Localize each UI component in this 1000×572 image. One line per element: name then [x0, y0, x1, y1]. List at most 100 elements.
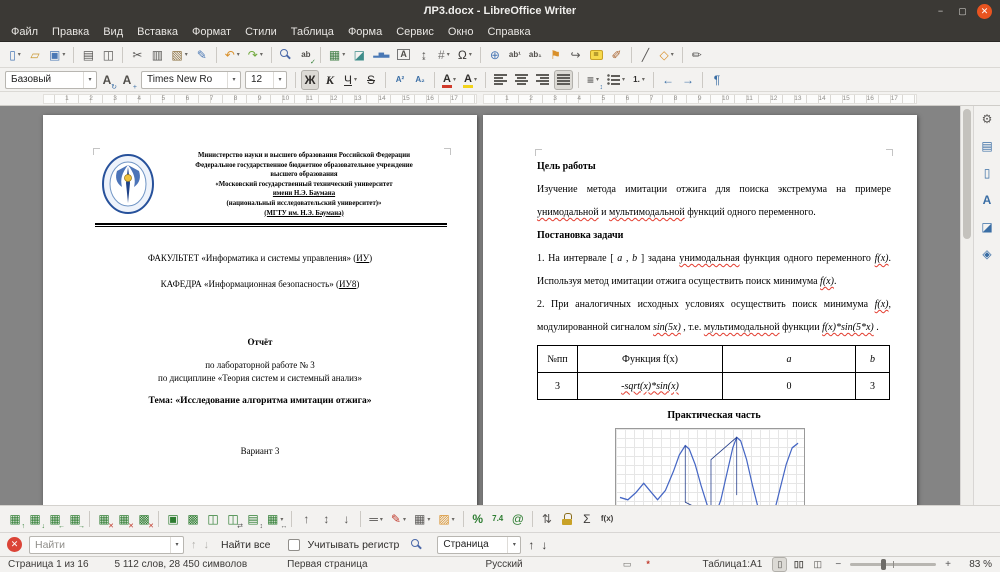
formula[interactable]: f(x)	[598, 509, 616, 529]
bold[interactable]: Ж	[301, 70, 319, 90]
number-format-percent[interactable]: %	[469, 509, 487, 529]
document-page-1[interactable]: Министерство науки и высшего образования…	[43, 115, 477, 505]
number-recognition[interactable]: @	[509, 509, 527, 529]
find-previous-button[interactable]: ↑	[191, 539, 197, 551]
italic[interactable]: К	[321, 70, 339, 90]
borders-dropdown[interactable]: ▾	[427, 516, 430, 523]
cut[interactable]: ✂	[128, 45, 146, 65]
insert-field-dropdown[interactable]: ▾	[447, 51, 450, 58]
sidebar-deck-styles[interactable]: А	[978, 190, 996, 210]
line-spacing[interactable]: ≡↕▾	[584, 70, 602, 90]
find-history-dropdown[interactable]: ▾	[170, 537, 183, 553]
insert-field[interactable]: #▾	[435, 45, 453, 65]
find-all-button[interactable]: Найти все	[216, 537, 275, 553]
menu-item-10[interactable]: Справка	[480, 24, 537, 40]
match-case-label[interactable]: Учитывать регистр	[307, 539, 399, 551]
zoom-out-button[interactable]: −	[835, 559, 841, 570]
table-cell[interactable]: -sqrt(x)*sin(x)	[578, 373, 723, 400]
sort[interactable]: ⇅	[538, 509, 556, 529]
insert-column-left[interactable]: ▦←	[46, 509, 64, 529]
insert-row-below[interactable]: ▦↓	[26, 509, 44, 529]
menu-item-7[interactable]: Форма	[341, 24, 389, 40]
view-book[interactable]: ◫	[810, 557, 825, 572]
insert-chart[interactable]: ▂▅▃	[370, 45, 392, 65]
zoom-slider[interactable]	[850, 563, 936, 566]
doc-block-h[interactable]: Цель работы	[537, 155, 891, 178]
sum[interactable]: Σ	[578, 509, 596, 529]
border-style[interactable]: ═▾	[366, 509, 386, 529]
highlighting-color[interactable]: А▾	[461, 70, 480, 90]
menu-item-6[interactable]: Таблица	[284, 24, 341, 40]
formatting-marks[interactable]: ¶	[708, 70, 726, 90]
border-color[interactable]: ✎▾	[388, 509, 409, 529]
basic-shapes[interactable]: ◇▾	[657, 45, 677, 65]
align-right[interactable]	[533, 70, 552, 90]
delete-column[interactable]: ▦✕	[115, 509, 133, 529]
line-spacing-dropdown[interactable]: ▾	[596, 76, 599, 83]
border-color-dropdown[interactable]: ▾	[403, 516, 406, 523]
close-find-bar-button[interactable]: ✕	[7, 537, 22, 552]
doc-line-lab[interactable]: по лабораторной работе № 3	[43, 359, 477, 372]
table-header-cell[interactable]: a	[723, 346, 856, 373]
print-preview[interactable]: ◫	[99, 45, 117, 65]
view-single-page[interactable]: ▯	[772, 557, 787, 572]
menu-item-0[interactable]: Файл	[4, 24, 45, 40]
decrease-indent[interactable]: ←	[659, 70, 677, 90]
menu-item-2[interactable]: Вид	[96, 24, 130, 40]
undo[interactable]: ↶▾	[222, 45, 243, 65]
paragraph-style-combo[interactable]: Базовый ▾	[5, 71, 97, 89]
doc-line-disc[interactable]: по дисциплине «Теория систем и системный…	[43, 372, 477, 385]
doc-line-otch[interactable]: Отчёт	[43, 337, 477, 347]
insert-column-right[interactable]: ▦→	[66, 509, 84, 529]
insert-table-dropdown[interactable]: ▾	[342, 51, 345, 58]
ruler-page1-strip[interactable]: 1234567891011121314151617	[43, 94, 477, 104]
document-page-2[interactable]: Цель работыИзучение метода имитации отжи…	[483, 115, 917, 505]
find-replace[interactable]	[277, 45, 295, 65]
title-page-header[interactable]: Министерство науки и высшего образования…	[95, 151, 447, 218]
table-cell[interactable]: 0	[723, 373, 856, 400]
spelling[interactable]: ab✓	[297, 45, 315, 65]
sidebar-settings[interactable]: ⚙	[978, 109, 996, 129]
view-multi-page[interactable]: ▯▯	[791, 557, 806, 572]
table-cell[interactable]: 3	[538, 373, 578, 400]
header-line[interactable]: (национальный исследовательский универси…	[161, 199, 447, 209]
doc-line-fac[interactable]: ФАКУЛЬТЕТ «Информатика и системы управле…	[43, 253, 477, 263]
page-style-indicator[interactable]: Первая страница	[287, 559, 367, 570]
doc-line-kaf[interactable]: КАФЕДРА «Информационная безопасность» (И…	[43, 279, 477, 289]
border-style-dropdown[interactable]: ▾	[380, 516, 383, 523]
align-center[interactable]	[512, 70, 531, 90]
maximize-button[interactable]: ▢	[955, 4, 970, 19]
navigate-previous-button[interactable]: ↑	[528, 538, 534, 552]
redo[interactable]: ↷▾	[245, 45, 266, 65]
document-canvas[interactable]: Министерство науки и высшего образования…	[0, 106, 960, 505]
menu-item-1[interactable]: Правка	[45, 24, 96, 40]
table-header-cell[interactable]: Функция f(x)	[578, 346, 723, 373]
insert-special-character-dropdown[interactable]: ▾	[469, 51, 472, 58]
zoom-level[interactable]: 83 %	[960, 559, 992, 570]
table-header-cell[interactable]: №пп	[538, 346, 578, 373]
merge-cells[interactable]: ◫	[204, 509, 222, 529]
doc-line-var[interactable]: Вариант 3	[43, 446, 477, 456]
language-indicator[interactable]: Русский	[486, 559, 523, 570]
open-file[interactable]: ▱	[26, 45, 44, 65]
new-document[interactable]: ▯▾	[6, 45, 24, 65]
table-background-color-dropdown[interactable]: ▾	[452, 516, 455, 523]
font-size-combo[interactable]: 12 ▾	[245, 71, 287, 89]
highlighting-color-dropdown[interactable]: ▾	[474, 76, 477, 83]
doc-block-hc[interactable]: Практическая часть	[537, 408, 891, 424]
zoom-in-button[interactable]: +	[945, 559, 951, 570]
insert-bookmark[interactable]: ⚑	[547, 45, 565, 65]
protect-cells[interactable]	[558, 509, 576, 529]
navigate-by-combo[interactable]: Страница ▾	[437, 536, 521, 554]
borders[interactable]: ▦▾	[411, 509, 433, 529]
redo-dropdown[interactable]: ▾	[260, 51, 263, 58]
update-style[interactable]: А↻	[98, 70, 116, 90]
font-name-combo[interactable]: Times New Ro ▾	[141, 71, 241, 89]
ruler-page2-strip[interactable]: 1234567891011121314151617	[483, 94, 917, 104]
header-line[interactable]: (МГТУ им. Н.Э. Баумана)	[161, 209, 447, 219]
sidebar-deck-navigator[interactable]: ◈	[978, 244, 996, 264]
font-color[interactable]: А▾	[440, 70, 459, 90]
scrollbar-thumb[interactable]	[963, 109, 971, 239]
basic-shapes-dropdown[interactable]: ▾	[671, 51, 674, 58]
insert-hyperlink[interactable]: ⊕	[486, 45, 504, 65]
